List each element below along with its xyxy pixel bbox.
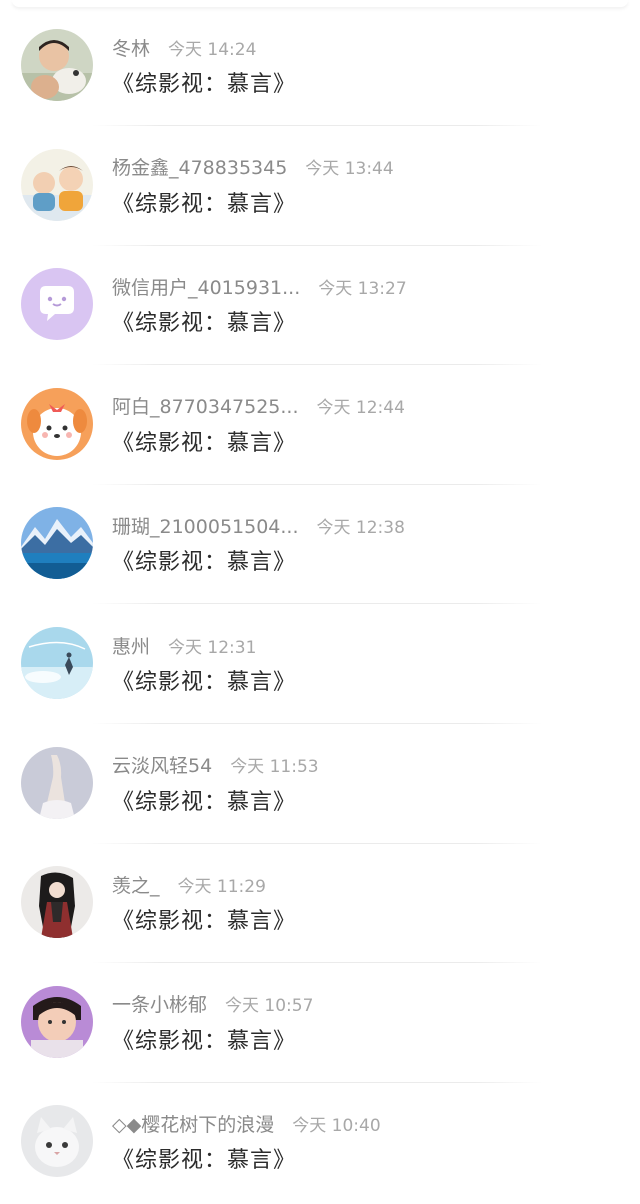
divider [92,723,542,724]
message-time: 今天 13:27 [318,278,407,299]
list-item[interactable]: 阿白_8770347525... 今天 12:44 《综影视：慕言》 [0,367,640,487]
message-text[interactable]: 《综影视：慕言》 [112,903,296,935]
sender-name[interactable]: 云淡风轻54 [112,751,212,778]
avatar[interactable] [21,29,93,101]
message-meta: 珊瑚_2100051504... 今天 12:38 [112,512,405,538]
message-text[interactable]: 《综影视：慕言》 [112,544,296,576]
sender-name[interactable]: ◇◆樱花树下的浪漫 [112,1110,274,1137]
message-text[interactable]: 《综影视：慕言》 [112,1023,296,1055]
message-text[interactable]: 《综影视：慕言》 [112,305,296,337]
sender-name[interactable]: 杨金鑫_478835345 [112,153,287,180]
list-item[interactable]: ◇◆樱花树下的浪漫 今天 10:40 《综影视：慕言》 [0,1084,640,1204]
message-time: 今天 13:44 [305,159,394,180]
list-item[interactable]: 杨金鑫_478835345 今天 13:44 《综影视：慕言》 [0,128,640,248]
sender-name[interactable]: 惠州 [112,632,150,659]
list-item[interactable]: 微信用户_4015931... 今天 13:27 《综影视：慕言》 [0,247,640,367]
list-item[interactable]: 珊瑚_2100051504... 今天 12:38 《综影视：慕言》 [0,486,640,606]
message-meta: 一条小彬郁 今天 10:57 [112,991,313,1017]
message-meta: ◇◆樱花树下的浪漫 今天 10:40 [112,1110,381,1136]
list-item[interactable]: 羡之_ 今天 11:29 《综影视：慕言》 [0,845,640,965]
message-text[interactable]: 《综影视：慕言》 [112,1142,296,1174]
sender-name[interactable]: 羡之_ [112,871,160,898]
divider [92,244,542,246]
message-text[interactable]: 《综影视：慕言》 [112,784,296,816]
divider [92,842,542,844]
avatar[interactable] [21,866,93,939]
message-text[interactable]: 《综影视：慕言》 [112,664,296,696]
message-meta: 杨金鑫_478835345 今天 13:44 [112,154,394,180]
divider [92,364,542,366]
top-panel-shadow [12,0,628,7]
sender-name[interactable]: 冬林 [112,34,150,61]
avatar[interactable] [21,985,93,1058]
message-time: 今天 12:31 [168,637,257,658]
list-item[interactable]: 一条小彬郁 今天 10:57 《综影视：慕言》 [0,965,640,1085]
avatar[interactable] [21,148,93,221]
avatar[interactable] [21,627,93,699]
sender-name[interactable]: 一条小彬郁 [112,990,207,1017]
message-meta: 云淡风轻54 今天 11:53 [112,752,319,778]
avatar[interactable] [21,1105,93,1178]
divider [92,125,542,126]
message-meta: 微信用户_4015931... 今天 13:27 [112,273,407,299]
message-time: 今天 12:38 [316,517,405,538]
avatar[interactable] [21,268,93,341]
message-meta: 冬林 今天 14:24 [112,34,256,60]
message-meta: 惠州 今天 12:31 [112,632,256,658]
message-meta: 羡之_ 今天 11:29 [112,871,266,897]
message-time: 今天 12:44 [316,398,405,419]
divider [92,603,542,605]
message-time: 今天 10:40 [292,1115,381,1136]
divider [92,483,542,485]
sender-name[interactable]: 珊瑚_2100051504... [112,512,299,539]
message-text[interactable]: 《综影视：慕言》 [112,425,296,457]
divider [92,1081,542,1083]
message-meta: 阿白_8770347525... 今天 12:44 [112,393,405,419]
avatar[interactable] [21,746,93,819]
avatar[interactable] [21,387,93,460]
message-time: 今天 11:53 [230,757,319,778]
message-time: 今天 14:24 [168,39,257,60]
message-time: 今天 11:29 [177,876,266,897]
sender-name[interactable]: 微信用户_4015931... [112,273,300,300]
divider [92,962,542,964]
avatar[interactable] [21,507,93,580]
message-text[interactable]: 《综影视：慕言》 [112,66,296,98]
message-text[interactable]: 《综影视：慕言》 [112,186,296,218]
message-time: 今天 10:57 [225,996,314,1017]
sender-name[interactable]: 阿白_8770347525... [112,392,299,419]
list-item[interactable]: 冬林 今天 14:24 《综影视：慕言》 [0,8,640,128]
list-item[interactable]: 惠州 今天 12:31 《综影视：慕言》 [0,606,640,726]
list-item[interactable]: 云淡风轻54 今天 11:53 《综影视：慕言》 [0,726,640,846]
